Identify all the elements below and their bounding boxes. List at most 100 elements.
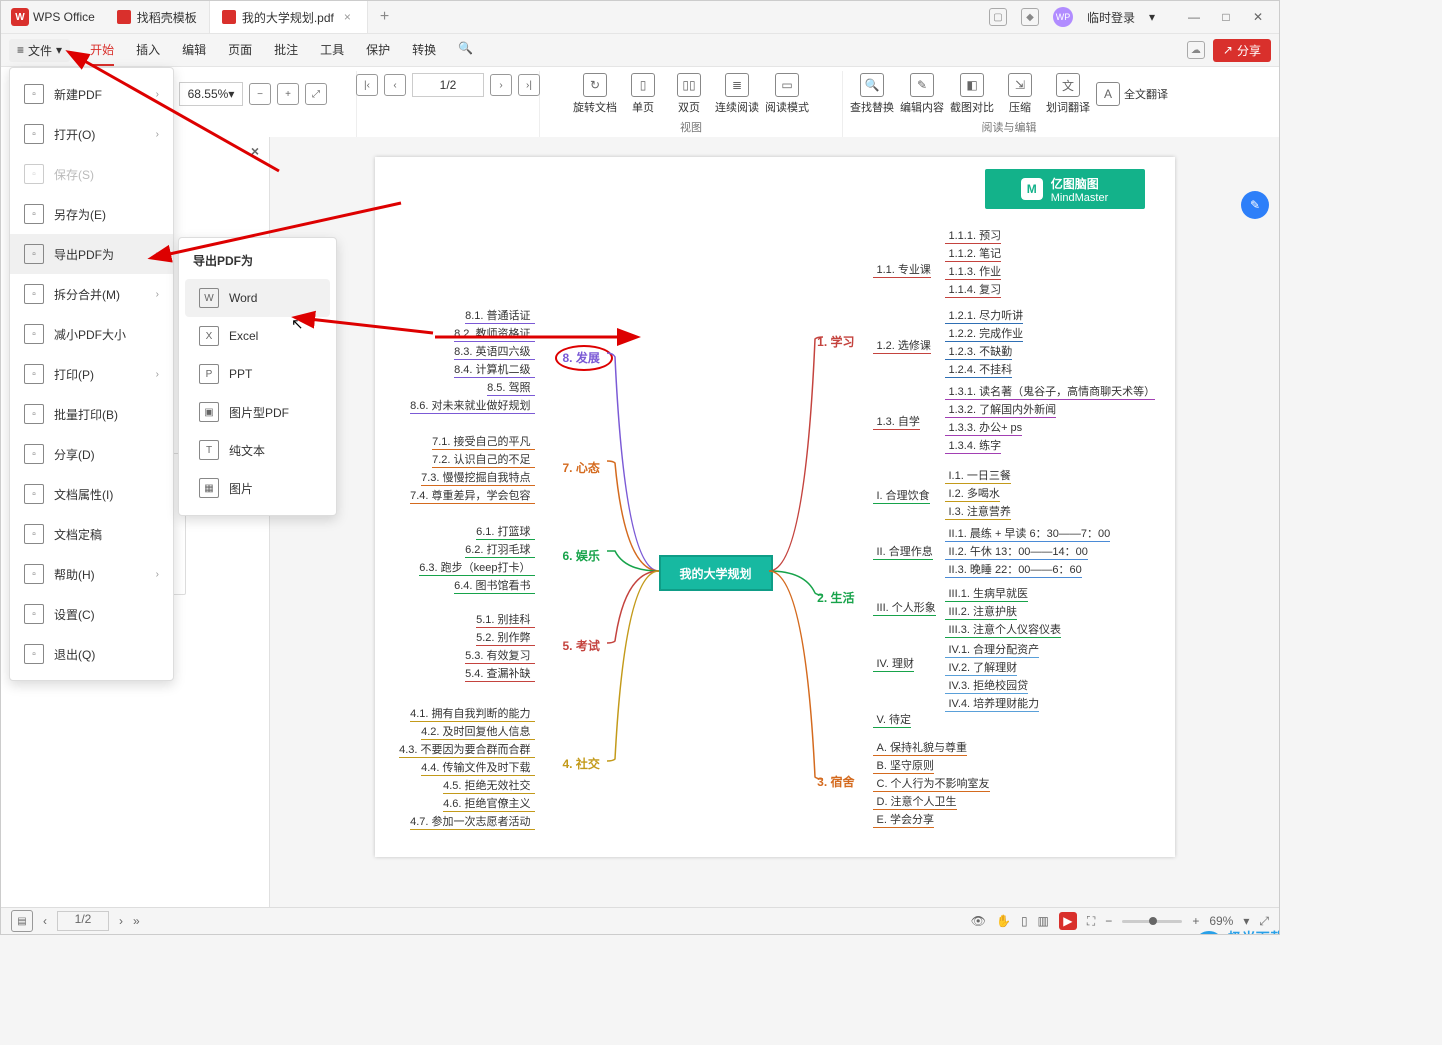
new-tab-button[interactable]: + [368,8,401,26]
tab-convert[interactable]: 转换 [412,35,436,66]
word-translate-button[interactable]: 文划词翻译 [1046,73,1090,115]
next-icon[interactable]: › [119,914,123,928]
sidebar-toggle-icon[interactable]: ▤ [11,910,33,932]
zoom-knob[interactable] [1149,917,1157,925]
filemenu-item-0[interactable]: ▫新建PDF› [10,74,173,114]
search-icon[interactable]: 🔍 [458,35,473,66]
file-menu-button[interactable]: ≡ 文件 ▾ [9,39,70,62]
prev-page-button[interactable]: ‹ [384,74,406,96]
screenshot-compare-button[interactable]: ◧截图对比 [950,73,994,115]
maximize-button[interactable]: □ [1211,3,1241,31]
cloud-icon[interactable]: ☁ [1187,41,1205,59]
zoom-value: 69% [1209,914,1233,928]
tab-start[interactable]: 开始 [90,35,114,66]
filemenu-item-8[interactable]: ▫批量打印(B) [10,394,173,434]
edit-content-button[interactable]: ✎编辑内容 [900,73,944,115]
pdf-page: M 亿图脑图 MindMaster 我的大学规划 8. 发展 7. 心态 6. … [375,157,1175,857]
titlebar-icon1[interactable]: ▢ [989,8,1007,26]
tab-insert[interactable]: 插入 [136,35,160,66]
minimize-button[interactable]: — [1179,3,1209,31]
pdf-viewer[interactable]: M 亿图脑图 MindMaster 我的大学规划 8. 发展 7. 心态 6. … [270,137,1279,908]
close-button[interactable]: ✕ [1243,3,1273,31]
filemenu-item-6[interactable]: ▫减小PDF大小 [10,314,173,354]
login-text[interactable]: 临时登录 [1087,9,1135,26]
filemenu-item-11[interactable]: ▫文档定稿 [10,514,173,554]
mindmap-leaf: 1.1.2. 笔记 [945,245,1002,262]
continuous-button[interactable]: ≣连续阅读 [715,73,759,115]
share-button[interactable]: ↗ 分享 [1213,39,1271,62]
next-page-button[interactable]: › [490,74,512,96]
hand-icon[interactable]: ✋ [996,914,1011,928]
tab-close-icon[interactable]: × [340,10,355,24]
filemenu-item-9[interactable]: ▫分享(D) [10,434,173,474]
menu-item-label: 减小PDF大小 [54,326,126,343]
tab-edit[interactable]: 编辑 [182,35,206,66]
submenu-arrow-icon: › [156,129,159,140]
user-avatar[interactable]: WP [1053,7,1073,27]
mindmap-leaf: 6.2. 打羽毛球 [465,541,534,558]
dual-page-button[interactable]: ▯▯双页 [669,73,709,115]
tab-page[interactable]: 页面 [228,35,252,66]
mindmap-leaf: 4.7. 参加一次志愿者活动 [410,813,534,830]
present-icon[interactable]: ▶ [1059,912,1077,930]
menubar: ≡ 文件 ▾ 开始 插入 编辑 页面 批注 工具 保护 转换 🔍 ☁ ↗ 分享 [1,34,1279,67]
rotate-button[interactable]: ↻旋转文档 [573,73,617,115]
mindmap-leaf: 4.5. 拒绝无效社交 [443,777,534,794]
tab-templates[interactable]: 找稻壳模板 [105,1,210,33]
last-icon[interactable]: » [133,914,140,928]
filemenu-item-4[interactable]: ▫导出PDF为› [10,234,173,274]
zoom-dropdown-icon[interactable]: ▾ [1243,914,1249,928]
menu-item-label: 文档属性(I) [54,486,113,503]
filemenu-item-7[interactable]: ▫打印(P)› [10,354,173,394]
tab-document[interactable]: 我的大学规划.pdf × [210,1,368,33]
pane-close-icon[interactable]: × [251,143,259,159]
compress-button[interactable]: ⇲压缩 [1000,73,1040,115]
mindmap-leaf: I.1. 一日三餐 [945,467,1011,484]
layout1-icon[interactable]: ▯ [1021,914,1028,928]
tab-protect[interactable]: 保护 [366,35,390,66]
logo-text: 亿图脑图 MindMaster [1051,175,1108,204]
layout2-icon[interactable]: ▥ [1038,914,1049,928]
reading-mode-button[interactable]: ▭阅读模式 [765,73,809,115]
filemenu-item-5[interactable]: ▫拆分合并(M)› [10,274,173,314]
filemenu-item-1[interactable]: ▫打开(O)› [10,114,173,154]
login-dropdown-icon[interactable]: ▾ [1149,10,1155,24]
last-page-button[interactable]: ›| [518,74,540,96]
full-translate-button[interactable]: A全文翻译 [1096,82,1168,106]
find-replace-button[interactable]: 🔍查找替换 [850,73,894,115]
filemenu-item-12[interactable]: ▫帮助(H)› [10,554,173,594]
export-excel[interactable]: XExcel [185,317,330,355]
mindmap-leaf: C. 个人行为不影响室友 [873,775,990,792]
filemenu-item-3[interactable]: ▫另存为(E) [10,194,173,234]
zoom-in-button[interactable]: + [277,83,299,105]
page-input[interactable]: 1/2 [57,911,109,931]
expand-icon[interactable]: ⤢ [1259,914,1269,929]
mindmap-leaf: 1.2.4. 不挂科 [945,361,1013,378]
single-page-button[interactable]: ▯单页 [623,73,663,115]
export-word[interactable]: WWord [185,279,330,317]
export-image[interactable]: ▦图片 [185,469,330,507]
filemenu-item-14[interactable]: ▫退出(Q) [10,634,173,674]
zoom-in-icon[interactable]: + [1192,914,1199,928]
submenu-title: 导出PDF为 [179,246,336,279]
tab-tools[interactable]: 工具 [320,35,344,66]
eye-icon[interactable]: 👁 [971,914,986,928]
zoom-out-button[interactable]: − [249,83,271,105]
page-indicator[interactable]: 1/2 [412,73,484,97]
first-page-button[interactable]: |‹ [356,74,378,96]
menu-item-label: 退出(Q) [54,646,95,663]
zoom-out-icon[interactable]: − [1105,914,1112,928]
fit-button[interactable]: ⤢ [305,83,327,105]
filemenu-item-10[interactable]: ▫文档属性(I) [10,474,173,514]
export-text[interactable]: T纯文本 [185,431,330,469]
fullscreen-icon[interactable]: ⛶ [1087,914,1095,929]
export-ppt[interactable]: PPPT [185,355,330,393]
zoom-slider[interactable] [1122,920,1182,923]
titlebar-icon2[interactable]: ◆ [1021,8,1039,26]
filemenu-item-13[interactable]: ▫设置(C) [10,594,173,634]
prev-icon[interactable]: ‹ [43,914,47,928]
zoom-select[interactable]: 68.55% ▾ [179,82,243,106]
tab-comment[interactable]: 批注 [274,35,298,66]
help-float-button[interactable]: ✎ [1241,191,1269,219]
export-image-pdf[interactable]: ▣图片型PDF [185,393,330,431]
